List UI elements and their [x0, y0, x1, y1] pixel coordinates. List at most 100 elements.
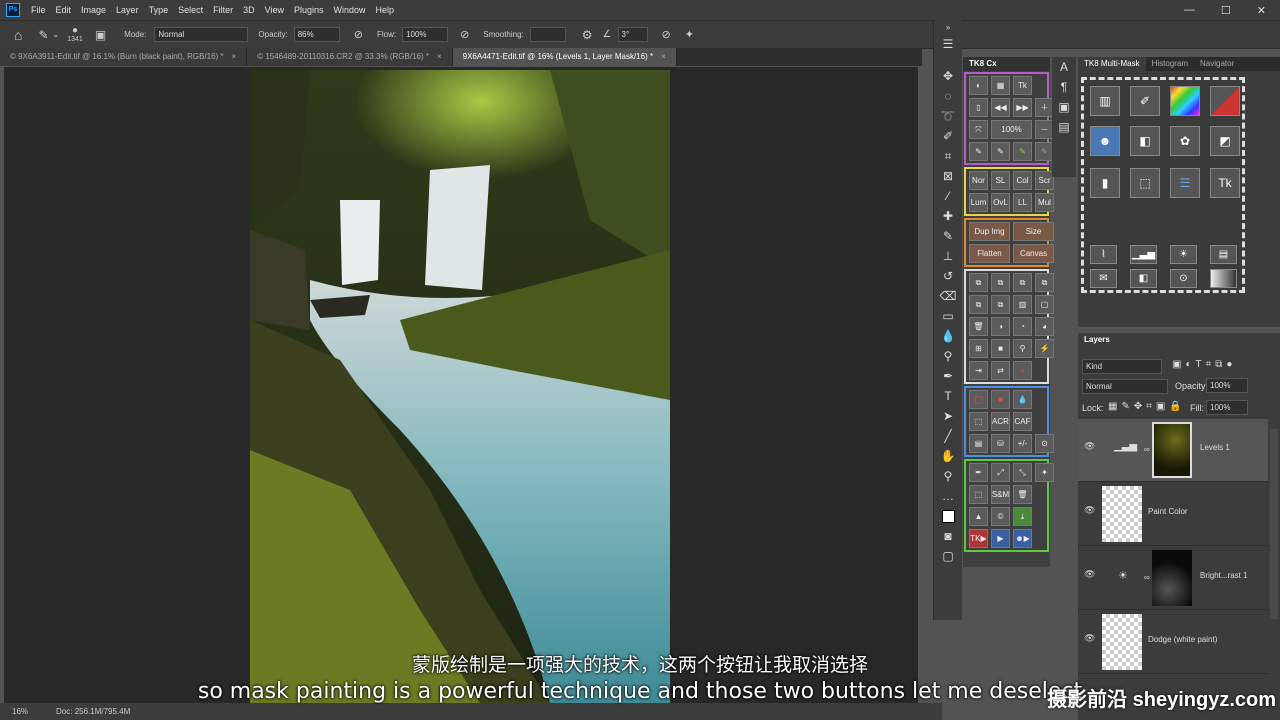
lock-icons[interactable]: ▦✎✥⌗▣🔒 — [1108, 401, 1186, 412]
select-mask-icon[interactable]: ⊞ — [969, 339, 988, 358]
paragraph-icon[interactable]: ¶ — [1052, 77, 1076, 97]
close-icon[interactable]: × — [437, 52, 442, 61]
stamp-tool-icon[interactable]: ⊥ — [934, 246, 962, 266]
waterfall-photo[interactable] — [250, 70, 670, 703]
red-triangle-icon[interactable] — [1210, 86, 1240, 116]
green-brush-icon[interactable]: ✎ — [1013, 142, 1032, 161]
gradient-tool-icon[interactable]: ▭ — [934, 306, 962, 326]
red-square-icon[interactable]: ■ — [991, 390, 1010, 409]
zoom-level[interactable]: 16% — [12, 707, 28, 716]
color-wheel-icon[interactable] — [1170, 86, 1200, 116]
brush-mask-icon[interactable]: ✐ — [1130, 86, 1160, 116]
doc-size[interactable]: Doc: 256.1M/795.4M — [56, 707, 130, 716]
blend-normal-button[interactable]: Nor — [969, 171, 988, 190]
layer-opacity-field[interactable]: 100% — [1206, 378, 1248, 393]
pie-icon[interactable]: ◕ — [1035, 317, 1054, 336]
film-icon[interactable]: ▤ — [1210, 245, 1237, 264]
glyphs-icon[interactable]: ▣ — [1052, 97, 1076, 117]
gear-icon[interactable]: ⚙ — [582, 28, 593, 42]
lasso-tool-icon[interactable]: ➰ — [934, 106, 962, 126]
collapse-arrows-icon[interactable]: ⤡ — [1013, 463, 1032, 482]
chevron-down-icon[interactable]: ⌄ — [53, 30, 60, 39]
brush-settings-icon[interactable]: ▣ — [95, 28, 106, 42]
close-icon[interactable]: × — [232, 52, 237, 61]
copyright-icon[interactable]: © — [991, 507, 1010, 526]
blend-overlay-button[interactable]: OvL — [991, 193, 1010, 212]
airbrush-icon[interactable]: ⊘ — [460, 28, 469, 41]
luminosity-mask-icon[interactable]: ▥ — [1090, 86, 1120, 116]
tab-histogram[interactable]: Histogram — [1146, 57, 1194, 71]
type-tool-icon[interactable]: T — [934, 386, 962, 406]
trash-icon[interactable]: 🗑 — [969, 317, 988, 336]
half-circle-icon[interactable]: ◑ — [991, 317, 1010, 336]
eraser-tool-icon[interactable]: ⌫ — [934, 286, 962, 306]
gradient-map-icon[interactable] — [1210, 269, 1237, 288]
flower-icon[interactable]: ✿ — [1170, 126, 1200, 156]
levels-icon[interactable]: ▁▃▅ — [1130, 245, 1157, 264]
path-select-tool-icon[interactable]: ➤ — [934, 406, 962, 426]
merge-icon[interactable]: ⧉ — [1013, 273, 1032, 292]
eye-icon[interactable]: 👁 — [1084, 633, 1095, 644]
pen-icon[interactable]: ✒ — [969, 463, 988, 482]
caf-button[interactable]: CAF — [1013, 412, 1032, 431]
flatten-button[interactable]: Flatten — [969, 244, 1010, 263]
hand-tool-icon[interactable]: ✋ — [934, 446, 962, 466]
size-button[interactable]: Size — [1013, 222, 1054, 241]
menu-view[interactable]: View — [260, 5, 289, 15]
menu-layer[interactable]: Layer — [111, 5, 144, 15]
pressure-size-icon[interactable]: ⊘ — [662, 28, 671, 41]
mask-thumb-icon[interactable]: ▮ — [1090, 168, 1120, 198]
fit-screen-icon[interactable]: ⤧ — [969, 120, 988, 139]
menu-select[interactable]: Select — [173, 5, 208, 15]
layer-fill-field[interactable]: 100% — [1206, 400, 1248, 415]
link-icon[interactable]: ⧉ — [1035, 273, 1054, 292]
zoom-tool-icon[interactable]: ⚲ — [934, 466, 962, 486]
smoothing-field[interactable] — [529, 27, 566, 42]
home-icon[interactable]: ⌂ — [14, 27, 22, 43]
brush-preset-picker[interactable]: ● 1341 — [67, 26, 83, 44]
list-icon[interactable]: ☰ — [1170, 168, 1200, 198]
dodge-tool-icon[interactable]: ⚲ — [934, 346, 962, 366]
eye-icon[interactable]: 👁 — [1084, 505, 1095, 516]
play-icon[interactable]: ▶ — [991, 529, 1010, 548]
tab-document-2[interactable]: © 1546489-20110316.CR2 @ 33.3% (RGB/16) … — [247, 48, 453, 66]
close-window-button[interactable]: ✕ — [1257, 4, 1266, 17]
chain-icon[interactable]: ∞ — [1144, 573, 1150, 582]
s-and-m-button[interactable]: S&M — [991, 485, 1010, 504]
collapse-icon[interactable]: » — [934, 20, 962, 34]
acr-button[interactable]: ACR — [991, 412, 1010, 431]
filter-icons[interactable]: ▣◐T⌗⧉● — [1172, 359, 1236, 370]
swap-icon[interactable]: ⇄ — [991, 361, 1010, 380]
layers-scrollbar[interactable] — [1270, 429, 1278, 619]
login-icon[interactable]: ⇥ — [969, 361, 988, 380]
black-brush-icon[interactable]: ✎ — [969, 142, 988, 161]
stamp-layers-icon[interactable]: ⧉ — [991, 273, 1010, 292]
menu-type[interactable]: Type — [144, 5, 174, 15]
properties-icon[interactable]: ▤ — [1052, 117, 1076, 137]
curves-icon[interactable]: ⌇ — [1090, 245, 1117, 264]
grid-select-icon[interactable]: ⬚ — [969, 485, 988, 504]
panel-menu-icon[interactable]: ☰ — [934, 34, 962, 54]
brush-tool-icon[interactable]: ✎ — [38, 28, 48, 42]
menu-3d[interactable]: 3D — [238, 5, 260, 15]
eyedropper-tool-icon[interactable]: ⁄ — [934, 186, 962, 206]
menu-edit[interactable]: Edit — [51, 5, 77, 15]
white-brush-icon[interactable]: ✎ — [991, 142, 1010, 161]
paste-layer-icon[interactable]: ⧉ — [991, 295, 1010, 314]
menu-filter[interactable]: Filter — [208, 5, 238, 15]
brush-tool-icon[interactable]: ✎ — [934, 226, 962, 246]
tk-logo-icon[interactable]: Tk — [1013, 76, 1032, 95]
menu-help[interactable]: Help — [371, 5, 400, 15]
canvas-button[interactable]: Canvas — [1013, 244, 1054, 263]
triangle-icon[interactable]: ▲ — [969, 507, 988, 526]
tab-document-1[interactable]: © 9X6A3911-Edit.tif @ 16.1% (Burn (black… — [0, 48, 248, 66]
layer-mask-icon[interactable]: ▥ — [1013, 295, 1032, 314]
paint-bucket-icon[interactable]: ⛁ — [991, 434, 1010, 453]
layer-row-paint-color[interactable]: 👁 Paint Color — [1078, 483, 1268, 546]
pressure-opacity-icon[interactable]: ⊘ — [354, 28, 363, 41]
black-square-icon[interactable]: ■ — [991, 339, 1010, 358]
flow-field[interactable]: 100% — [402, 27, 449, 42]
blend-linearlight-button[interactable]: LL — [1013, 193, 1032, 212]
menu-window[interactable]: Window — [329, 5, 371, 15]
delete-icon[interactable]: 🗑 — [1013, 485, 1032, 504]
